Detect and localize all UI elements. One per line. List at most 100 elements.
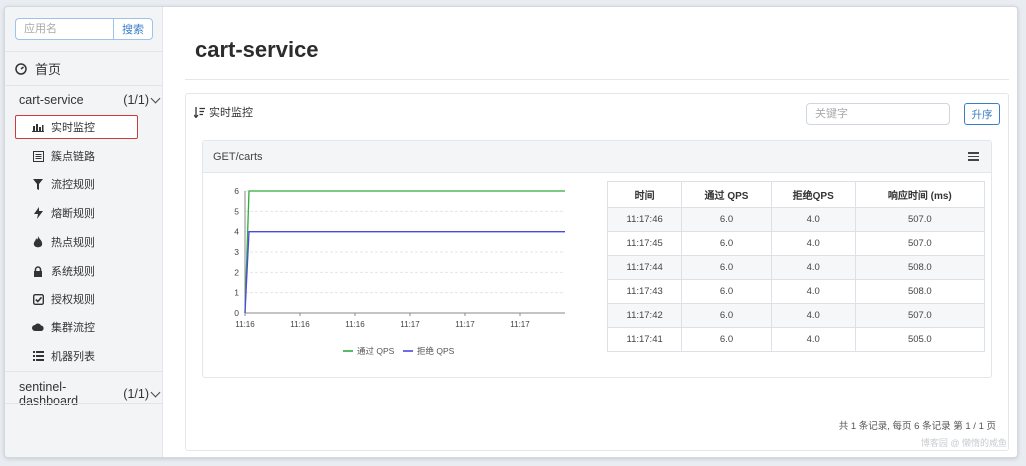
bar-chart-icon bbox=[32, 121, 44, 133]
list-box-icon bbox=[32, 150, 44, 162]
sidebar-item-cluster-flow[interactable]: 集群流控 bbox=[32, 318, 95, 336]
table-row: 11:17:43 6.0 4.0 508.0 bbox=[606, 279, 986, 304]
sidebar-item-label: 热点规则 bbox=[51, 237, 95, 249]
table-cell: 11:17:42 bbox=[606, 303, 683, 328]
list-icon bbox=[32, 350, 44, 362]
app-search-input[interactable] bbox=[15, 18, 113, 40]
realtime-monitor-panel: 实时监控 升序 GET/carts 0 1 2 3 4 5 6 11:16 11:16 11:16… bbox=[185, 93, 1009, 451]
app-search-button[interactable]: 搜索 bbox=[113, 18, 153, 40]
sidebar-item-label: 流控规则 bbox=[51, 179, 95, 191]
sort-icon bbox=[194, 106, 205, 118]
table-row: 11:17:41 6.0 4.0 505.0 bbox=[606, 327, 986, 352]
table-cell: 11:17:43 bbox=[606, 279, 683, 304]
filter-icon bbox=[32, 178, 44, 190]
lightning-icon bbox=[32, 207, 44, 219]
page-title: cart-service bbox=[195, 37, 319, 62]
table-cell: 11:17:41 bbox=[606, 327, 683, 352]
sidebar-item-degrade-rules[interactable]: 熔断规则 bbox=[32, 204, 95, 222]
sidebar-item-label: 系统规则 bbox=[51, 266, 95, 278]
table-header-cell: 通过 QPS bbox=[681, 181, 772, 208]
qps-line-chart: 0 1 2 3 4 5 6 11:16 11:16 11:16 11:17 11:17 11:17 通过… bbox=[234, 186, 565, 356]
sidebar-item-label: 机器列表 bbox=[51, 351, 95, 363]
chevron-down-icon bbox=[150, 387, 161, 397]
lock-icon bbox=[32, 265, 44, 277]
table-cell: 507.0 bbox=[854, 207, 986, 232]
sidebar-item-cluster-link[interactable]: 簇点链路 bbox=[32, 147, 95, 165]
sidebar-item-hotspot-rules[interactable]: 热点规则 bbox=[32, 233, 95, 251]
sort-ascending-button[interactable]: 升序 bbox=[964, 103, 1000, 125]
table-row: 11:17:46 6.0 4.0 507.0 bbox=[606, 207, 986, 232]
table-cell: 508.0 bbox=[854, 279, 986, 304]
table-cell: 4.0 bbox=[770, 279, 856, 304]
sidebar-item-machine-list[interactable]: 机器列表 bbox=[32, 347, 95, 365]
table-header-cell: 时间 bbox=[606, 181, 683, 208]
y-tick-label: 5 bbox=[234, 206, 239, 216]
y-tick-label: 6 bbox=[234, 186, 239, 196]
chevron-down-icon bbox=[150, 93, 161, 103]
fire-icon bbox=[32, 236, 44, 248]
sidebar-divider bbox=[5, 403, 163, 404]
main-content: cart-service 实时监控 升序 GET/carts bbox=[163, 7, 1017, 457]
table-cell: 6.0 bbox=[681, 207, 772, 232]
sidebar-item-realtime-monitor[interactable]: 实时监控 bbox=[32, 118, 95, 136]
resource-card-header: GET/carts bbox=[203, 141, 991, 173]
pagination-info: 共 1 条记录, 每页 6 条记录 第 1 / 1 页 bbox=[838, 421, 996, 432]
sidebar-item-home[interactable]: 首页 bbox=[15, 59, 61, 78]
sidebar-item-system-rules[interactable]: 系统规则 bbox=[32, 262, 95, 280]
table-cell: 6.0 bbox=[681, 231, 772, 256]
metrics-table: 时间 通过 QPS 拒绝QPS 响应时间 (ms) 11:17:46 6.0 4.0 507… bbox=[606, 181, 986, 352]
table-cell: 505.0 bbox=[854, 327, 986, 352]
table-header-cell: 响应时间 (ms) bbox=[854, 181, 986, 208]
sidebar-item-flow-rules[interactable]: 流控规则 bbox=[32, 175, 95, 193]
table-cell: 6.0 bbox=[681, 303, 772, 328]
y-tick-label: 4 bbox=[234, 227, 239, 237]
table-cell: 6.0 bbox=[681, 255, 772, 280]
x-tick-label: 11:16 bbox=[345, 320, 365, 329]
sidebar-item-label: 首页 bbox=[35, 62, 62, 77]
sidebar-item-label: 簇点链路 bbox=[51, 151, 95, 163]
table-cell: 6.0 bbox=[681, 279, 772, 304]
app-search: 搜索 bbox=[15, 18, 153, 40]
legend-label: 拒绝 QPS bbox=[417, 346, 455, 356]
table-cell: 11:17:46 bbox=[606, 207, 683, 232]
table-row: 11:17:44 6.0 4.0 508.0 bbox=[606, 255, 986, 280]
table-cell: 4.0 bbox=[770, 207, 856, 232]
sidebar-item-label: 集群流控 bbox=[51, 322, 95, 334]
y-tick-label: 3 bbox=[234, 247, 239, 257]
y-tick-label: 2 bbox=[234, 267, 239, 277]
keyword-search-input[interactable] bbox=[806, 103, 950, 125]
table-cell: 507.0 bbox=[854, 231, 986, 256]
table-cell: 508.0 bbox=[854, 255, 986, 280]
x-tick-label: 11:16 bbox=[290, 320, 310, 329]
table-header-row: 时间 通过 QPS 拒绝QPS 响应时间 (ms) bbox=[606, 181, 986, 208]
app-count: (1/1) bbox=[123, 93, 149, 107]
sidebar-divider bbox=[5, 51, 163, 52]
app-window: 搜索 首页 cart-service (1/1) 实时监控 bbox=[4, 6, 1018, 458]
y-tick-label: 1 bbox=[234, 288, 239, 298]
cloud-icon bbox=[32, 321, 44, 333]
table-cell: 6.0 bbox=[681, 327, 772, 352]
sidebar: 搜索 首页 cart-service (1/1) 实时监控 bbox=[5, 7, 163, 457]
table-header-cell: 拒绝QPS bbox=[770, 181, 856, 208]
x-tick-label: 11:17 bbox=[400, 320, 420, 329]
app-count: (1/1) bbox=[123, 387, 149, 401]
resource-name: GET/carts bbox=[213, 150, 263, 163]
table-row: 11:17:42 6.0 4.0 507.0 bbox=[606, 303, 986, 328]
table-cell: 11:17:45 bbox=[606, 231, 683, 256]
x-tick-label: 11:16 bbox=[235, 320, 255, 329]
watermark: 博客园 @ 懒惰的咸鱼 bbox=[920, 438, 1007, 448]
table-cell: 4.0 bbox=[770, 303, 856, 328]
table-cell: 11:17:44 bbox=[606, 255, 683, 280]
app-name: cart-service bbox=[19, 93, 84, 107]
dashboard-icon bbox=[15, 62, 27, 75]
sidebar-item-authority-rules[interactable]: 授权规则 bbox=[32, 290, 95, 308]
table-cell: 4.0 bbox=[770, 327, 856, 352]
menu-icon[interactable] bbox=[968, 152, 979, 161]
resource-card: GET/carts 0 1 2 3 4 5 6 11:16 11:16 11:16 11:17 11:… bbox=[202, 140, 992, 378]
sidebar-item-label: 熔断规则 bbox=[51, 208, 95, 220]
table-cell: 4.0 bbox=[770, 255, 856, 280]
legend-label: 通过 QPS bbox=[357, 346, 395, 356]
title-divider bbox=[185, 79, 1009, 80]
table-cell: 507.0 bbox=[854, 303, 986, 328]
app-cart-service[interactable]: cart-service (1/1) bbox=[19, 93, 161, 107]
